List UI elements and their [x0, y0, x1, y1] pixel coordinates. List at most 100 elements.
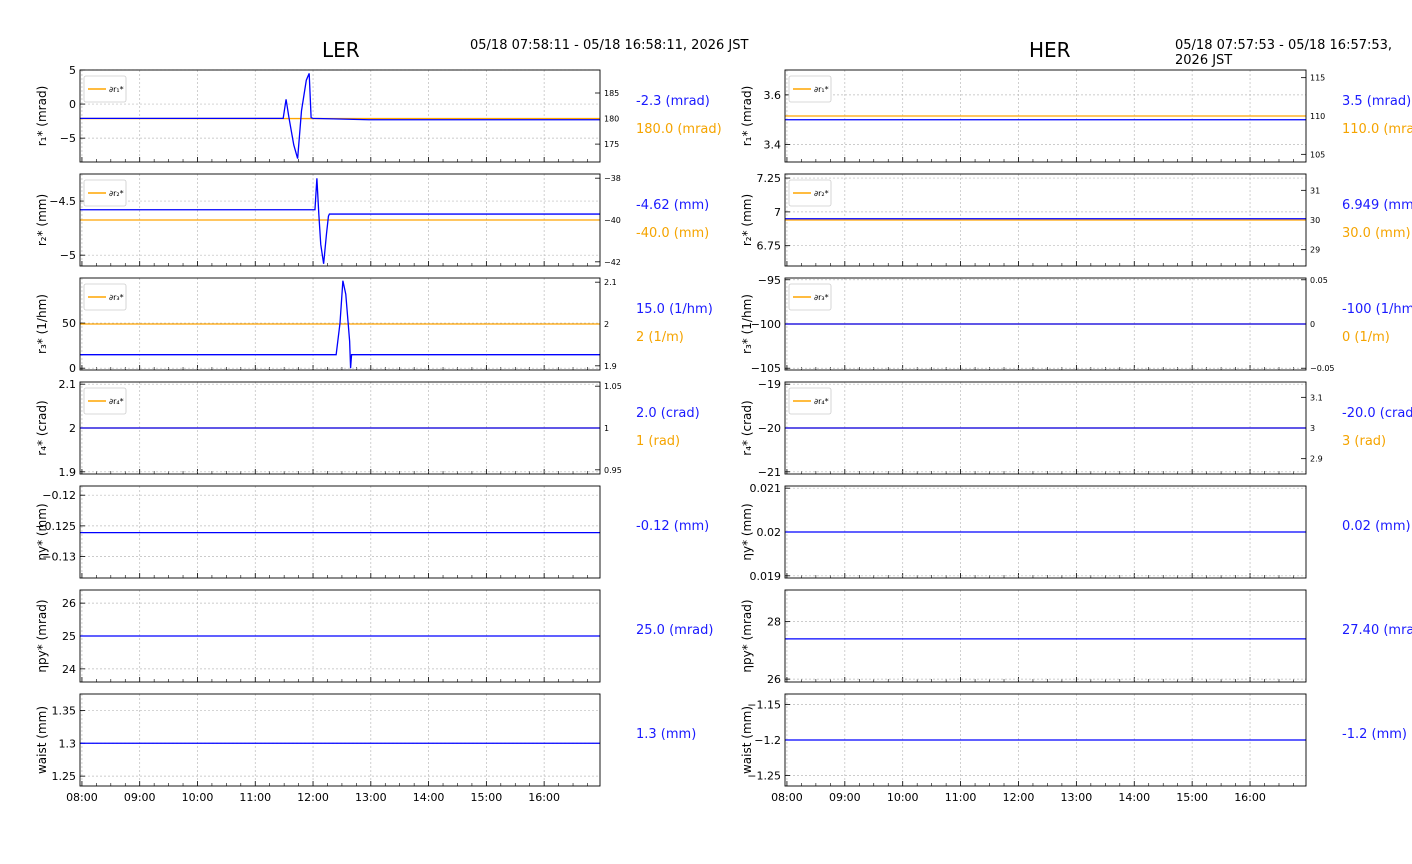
ler-r4-current: 2.0 (crad): [636, 406, 700, 421]
y-tick-label: 25: [62, 630, 76, 643]
ler-dr3-current: 2 (1/m): [636, 330, 684, 345]
y-tick-label: 7: [774, 206, 781, 219]
y-tick-label: 0.02: [757, 526, 782, 539]
legend-label: ∂r₂*: [814, 189, 829, 198]
y-tick-label: 5: [69, 64, 76, 77]
y2-tick-label: 180: [604, 115, 619, 124]
ler-dr1-current: 180.0 (mrad): [636, 122, 722, 137]
y-axis-label: r₄* (crad): [35, 400, 49, 455]
y-tick-label: 6.75: [757, 240, 782, 253]
ler-panel-6: 24 25 26 ηpy* (mrad): [35, 589, 601, 683]
x-tick-label: 08:00: [771, 791, 803, 804]
y-tick-label: 0.021: [750, 482, 782, 495]
y2-tick-label: 31: [1310, 186, 1320, 195]
her-title: HER: [1029, 38, 1071, 62]
ler-r1-current: -2.3 (mrad): [636, 94, 710, 109]
y-tick-label: 0: [69, 98, 76, 111]
ler-dr2-current: -40.0 (mm): [636, 226, 710, 241]
x-tick-label: 12:00: [1003, 791, 1035, 804]
her-panel-7: −1.15−1.2−1.25waist (mm): [740, 693, 1307, 787]
her-chart: 3.4 3.6 105 110 115 ∂r₁* r₁* (mrad) 6.75 7 7.25 29…: [740, 69, 1335, 804]
x-tick-label: 14:00: [413, 791, 445, 804]
y-tick-label: −21: [758, 466, 781, 479]
ler-time-range: 05/18 07:58:11 - 05/18 16:58:11, 2026 JS…: [470, 38, 749, 53]
y-tick-label: 3.4: [764, 139, 782, 152]
y-tick-label: 2: [69, 422, 76, 435]
her-r2-current: 6.949 (mm): [1342, 198, 1412, 213]
ler-panel-3: 0 50 1.9 2 2.1 ∂r₃* r₃* (1/hm): [35, 277, 617, 375]
axes-frame: [79, 69, 601, 163]
her-panel-6: 26 28 ηpy* (mrad): [740, 589, 1307, 686]
x-tick-label: 08:00: [66, 791, 98, 804]
ler-chart: −505175180185∂r₁*r₁* (mrad)−4.5−5−38−40−…: [35, 64, 622, 804]
x-tick-label: 10:00: [887, 791, 919, 804]
ler-dr4-current: 1 (rad): [636, 434, 681, 449]
her-r4-current: -20.0 (crad): [1342, 406, 1412, 421]
ler-r2-current: -4.62 (mm): [636, 198, 710, 213]
y2-tick-label: 30: [1310, 216, 1320, 225]
y-axis-label: r₃* (1/hm): [740, 294, 754, 354]
value-series-line: [80, 178, 600, 264]
legend-label: ∂r₂*: [109, 189, 124, 198]
x-tick-label: 11:00: [239, 791, 271, 804]
y2-tick-label: 1.9: [604, 362, 617, 371]
her-dr2-current: 30.0 (mm): [1342, 226, 1411, 241]
x-tick-label: 09:00: [124, 791, 156, 804]
x-tick-label: 12:00: [297, 791, 329, 804]
y2-tick-label: 2.9: [1310, 455, 1323, 464]
y2-tick-label: 105: [1310, 150, 1325, 159]
y-axis-label: r₃* (1/hm): [35, 294, 49, 354]
y-tick-label: −5: [60, 132, 76, 145]
her-etapy-current: 27.40 (mrad): [1342, 623, 1412, 638]
x-tick-label: 13:00: [1061, 791, 1093, 804]
y-tick-label: 7.25: [757, 172, 782, 185]
y-axis-label: ηpy* (mrad): [740, 599, 754, 672]
y2-tick-label: 185: [604, 89, 619, 98]
x-tick-label: 16:00: [1234, 791, 1266, 804]
y2-tick-label: −40: [604, 216, 621, 225]
legend-label: ∂r₁*: [109, 85, 124, 94]
x-tick-label: 13:00: [355, 791, 387, 804]
her-panel-1: 3.4 3.6 105 110 115 ∂r₁* r₁* (mrad): [740, 69, 1325, 163]
y-tick-label: −4.5: [49, 195, 76, 208]
her-time-range: 05/18 07:57:53 - 05/18 16:57:53, 2026 JS…: [1175, 38, 1393, 68]
y-tick-label: 0.019: [750, 570, 782, 583]
y2-tick-label: 29: [1310, 246, 1320, 255]
y-axis-label: ηpy* (mrad): [35, 599, 49, 672]
y-tick-label: −100: [751, 318, 781, 331]
y-tick-label: −20: [758, 422, 781, 435]
y2-tick-label: 2.1: [604, 278, 617, 287]
her-dr4-current: 3 (rad): [1342, 434, 1387, 449]
ler-waist-current: 1.3 (mm): [636, 727, 697, 742]
y2-tick-label: 1.05: [604, 382, 622, 391]
her-dr3-current: 0 (1/m): [1342, 330, 1390, 345]
her-waist-current: -1.2 (mm): [1342, 727, 1407, 742]
y-axis-label: waist (mm): [35, 706, 49, 774]
y-tick-label: 28: [767, 616, 781, 629]
y-axis-label: ηy* (mm): [740, 503, 754, 560]
y2-tick-label: 3.1: [1310, 393, 1323, 402]
y2-tick-label: 110: [1310, 112, 1325, 121]
x-tick-label: 10:00: [182, 791, 214, 804]
ler-etapy-current: 25.0 (mrad): [636, 623, 714, 638]
her-r3-current: -100 (1/hm): [1342, 302, 1412, 317]
y-tick-label: 24: [62, 663, 76, 676]
y2-tick-label: 0.05: [1310, 276, 1328, 285]
y-axis-label: waist (mm): [740, 706, 754, 774]
her-etay-current: 0.02 (mm): [1342, 519, 1411, 534]
y-tick-label: 1.25: [52, 770, 77, 783]
ler-r3-current: 15.0 (1/hm): [636, 302, 713, 317]
her-dr1-current: 110.0 (mrad): [1342, 122, 1412, 137]
value-series-line: [80, 73, 600, 159]
her-panel-3: −95 −100 −105 0.05 0 −0.05 ∂r₃* r₃* (1/hm): [740, 274, 1335, 375]
ler-panel-5: −0.12−0.125−0.13ηy* (mm): [35, 485, 601, 579]
y-tick-label: 26: [62, 597, 76, 610]
ler-title: LER: [322, 38, 360, 62]
legend-label: ∂r₃*: [814, 293, 829, 302]
ler-panel-4: 1.9 2 2.1 0.95 1 1.05 ∂r₄* r₄* (crad): [35, 378, 622, 479]
axes-frame: [784, 589, 1307, 683]
y2-tick-label: −38: [604, 174, 621, 183]
y2-tick-label: −0.05: [1310, 364, 1335, 373]
y-tick-label: 1.35: [52, 704, 77, 717]
y-tick-label: 0: [69, 362, 76, 375]
